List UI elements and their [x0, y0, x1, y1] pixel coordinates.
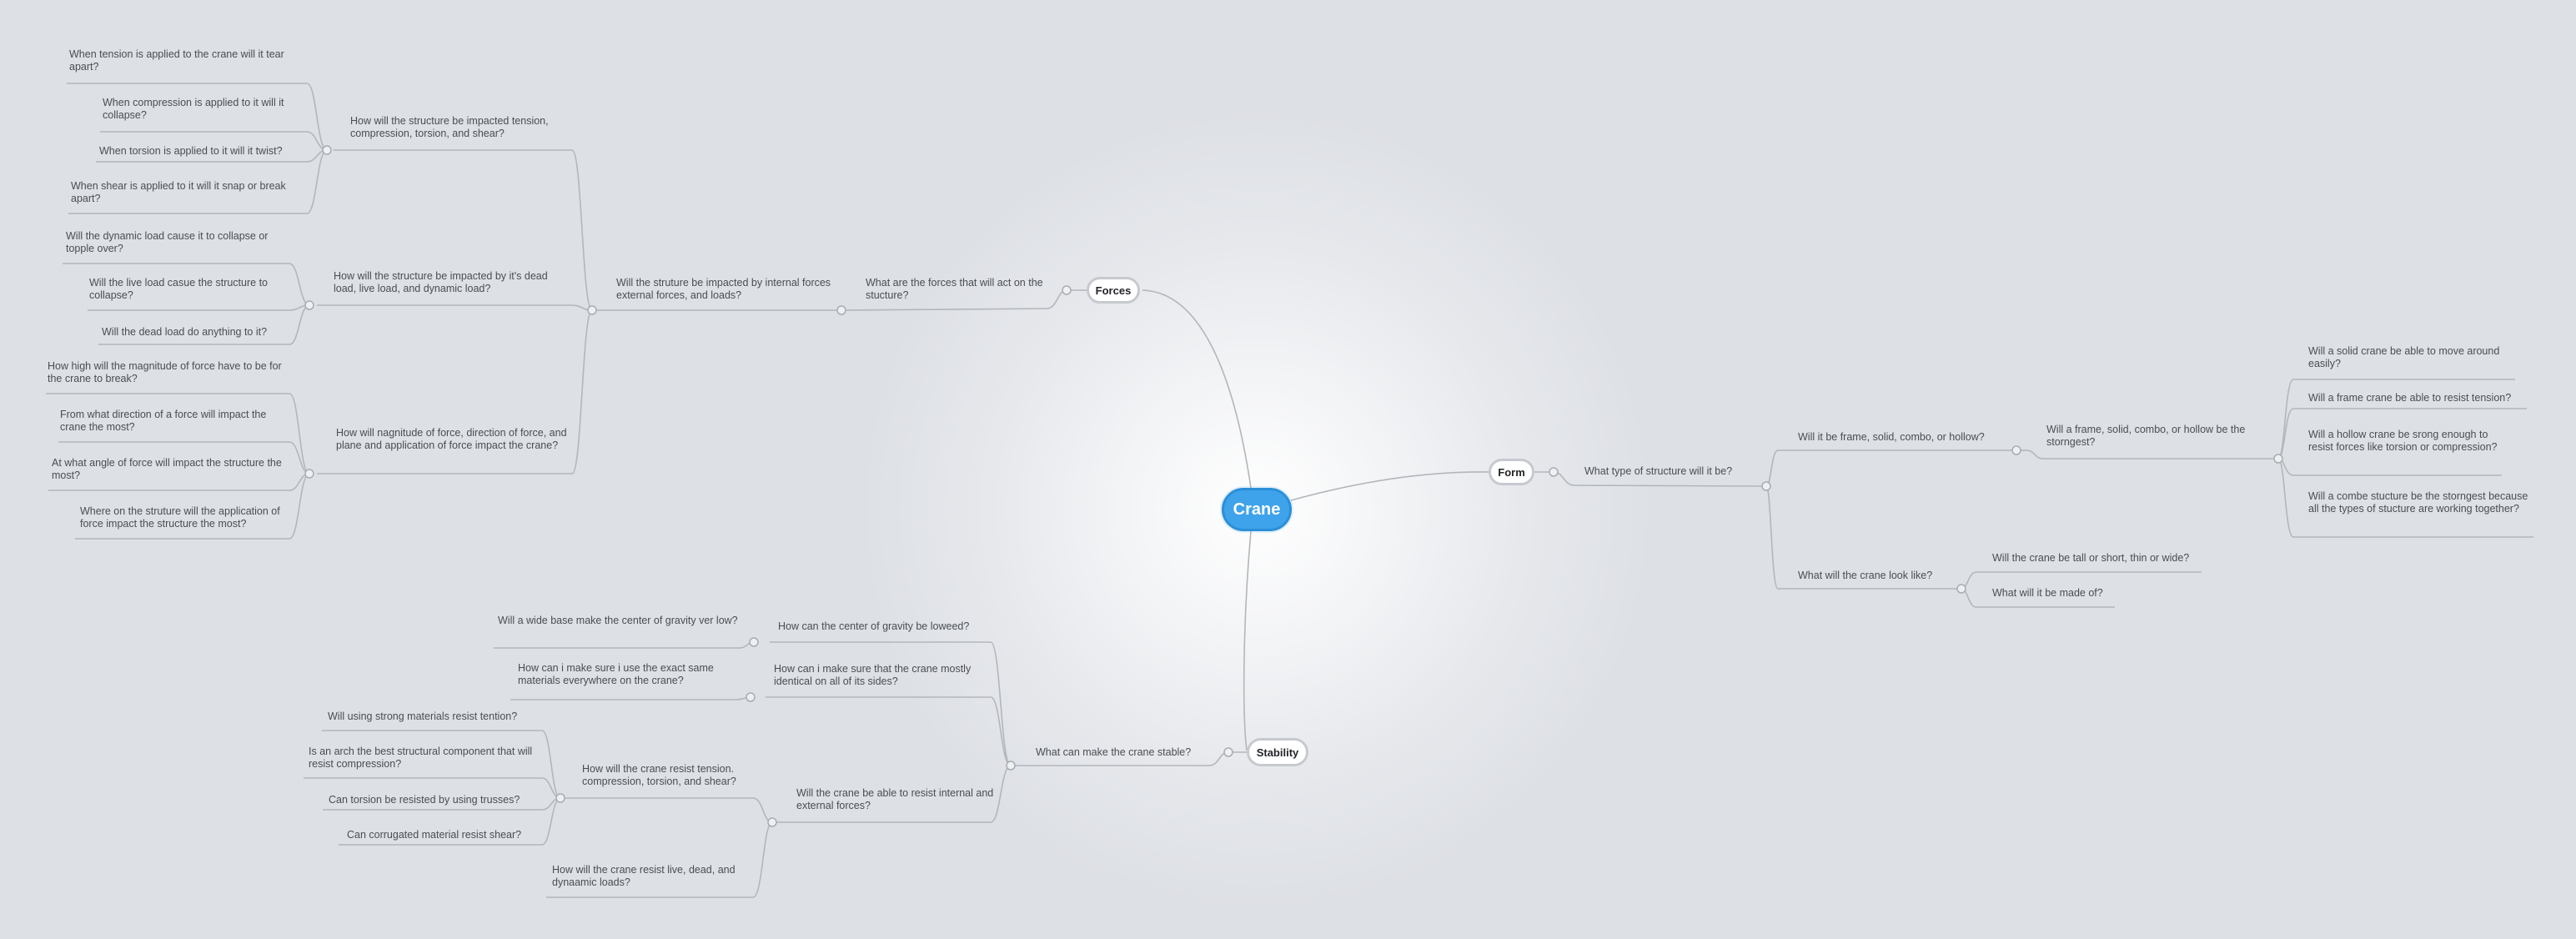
main-node-forces[interactable]: Forces: [1087, 277, 1140, 304]
forces-c-item-3[interactable]: At what angle of force will impact the s…: [52, 457, 289, 482]
main-node-form[interactable]: Form: [1489, 459, 1534, 485]
forces-a-item-1[interactable]: When tension is applied to the crane wil…: [69, 48, 311, 73]
junction-dot: [322, 145, 332, 155]
stability-c-sub2[interactable]: How will the crane resist live, dead, an…: [552, 864, 761, 889]
junction-dot: [749, 637, 759, 647]
form-a-item-3[interactable]: Will a hollow crane be srong enough to r…: [2308, 429, 2504, 454]
forces-a-item-3[interactable]: When torsion is applied to it will it tw…: [99, 145, 316, 158]
junction-dot: [1761, 481, 1771, 491]
junction-dot: [1549, 467, 1559, 477]
form-b-item-1[interactable]: Will the crane be tall or short, thin or…: [1992, 552, 2217, 565]
junction-dot: [836, 305, 846, 315]
junction-dot: [587, 305, 597, 315]
stability-a-item[interactable]: Will a wide base make the center of grav…: [498, 615, 740, 627]
forces-b-item-2[interactable]: Will the live load casue the structure t…: [89, 277, 289, 302]
form-b-label[interactable]: What will the crane look like?: [1798, 570, 1961, 582]
stability-c-sub1-item-3[interactable]: Can torsion be resisted by using trusses…: [329, 794, 541, 806]
junction-dot: [555, 793, 565, 803]
forces-a-label[interactable]: How will the structure be impacted tensi…: [350, 115, 580, 140]
forces-c-label[interactable]: How will nagnitude of force, direction o…: [336, 427, 570, 452]
forces-b-label[interactable]: How will the structure be impacted by it…: [334, 270, 571, 295]
form-a-label[interactable]: Will it be frame, solid, combo, or hollo…: [1798, 431, 2006, 444]
stability-c-sub1-item-4[interactable]: Can corrugated material resist shear?: [347, 829, 547, 841]
link-root-forces: [1142, 289, 1252, 489]
junction-dot: [767, 817, 777, 827]
junction-dot: [1006, 761, 1016, 771]
stability-a-label[interactable]: How can the center of gravity be loweed?: [778, 620, 995, 633]
link-root-form: [1290, 471, 1489, 501]
junction-dot: [1062, 285, 1072, 295]
forces-q1[interactable]: What are the forces that will act on the…: [866, 277, 1045, 302]
forces-c-item-2[interactable]: From what direction of a force will impa…: [60, 409, 289, 434]
forces-b-item-1[interactable]: Will the dynamic load cause it to collap…: [66, 230, 291, 255]
stability-q1[interactable]: What can make the crane stable?: [1036, 746, 1211, 759]
form-q1[interactable]: What type of structure will it be?: [1584, 465, 1760, 478]
form-a-item-1[interactable]: Will a solid crane be able to move aroun…: [2308, 345, 2517, 370]
forces-a-item-4[interactable]: When shear is applied to it will it snap…: [71, 180, 313, 205]
junction-dot: [304, 469, 314, 479]
stability-c-sub1-label[interactable]: How will the crane resist tension. compr…: [582, 763, 782, 788]
link-root-stability: [1243, 530, 1252, 751]
root-node-crane[interactable]: Crane: [1222, 488, 1292, 531]
forces-a-item-2[interactable]: When compression is applied to it will i…: [103, 97, 311, 122]
junction-dot: [304, 300, 314, 310]
stability-c-label[interactable]: Will the crane be able to resist interna…: [796, 787, 997, 812]
stability-c-sub1-item-1[interactable]: Will using strong materials resist tenti…: [328, 711, 545, 723]
main-node-stability[interactable]: Stability: [1247, 738, 1308, 766]
junction-dot: [2273, 454, 2283, 464]
form-a-item-2[interactable]: Will a frame crane be able to resist ten…: [2308, 392, 2533, 404]
junction-dot: [1956, 584, 1966, 594]
junction-dot: [1223, 747, 1233, 757]
stability-b-label[interactable]: How can i make sure that the crane mostl…: [774, 663, 995, 688]
junction-dot: [2011, 445, 2021, 455]
forces-q2[interactable]: Will the struture be impacted by interna…: [616, 277, 837, 302]
form-b-item-2[interactable]: What will it be made of?: [1992, 587, 2159, 600]
form-a-sub[interactable]: Will a frame, solid, combo, or hollow be…: [2046, 424, 2272, 449]
junction-dot: [746, 692, 756, 702]
forces-b-item-3[interactable]: Will the dead load do anything to it?: [102, 326, 294, 339]
stability-b-item[interactable]: How can i make sure i use the exact same…: [518, 662, 743, 687]
forces-c-item-1[interactable]: How high will the magnitude of force hav…: [48, 360, 289, 385]
stability-c-sub1-item-2[interactable]: Is an arch the best structural component…: [309, 746, 546, 771]
forces-c-item-4[interactable]: Where on the struture will the applicati…: [80, 505, 289, 530]
form-a-item-4[interactable]: Will a combe stucture be the storngest b…: [2308, 490, 2538, 515]
